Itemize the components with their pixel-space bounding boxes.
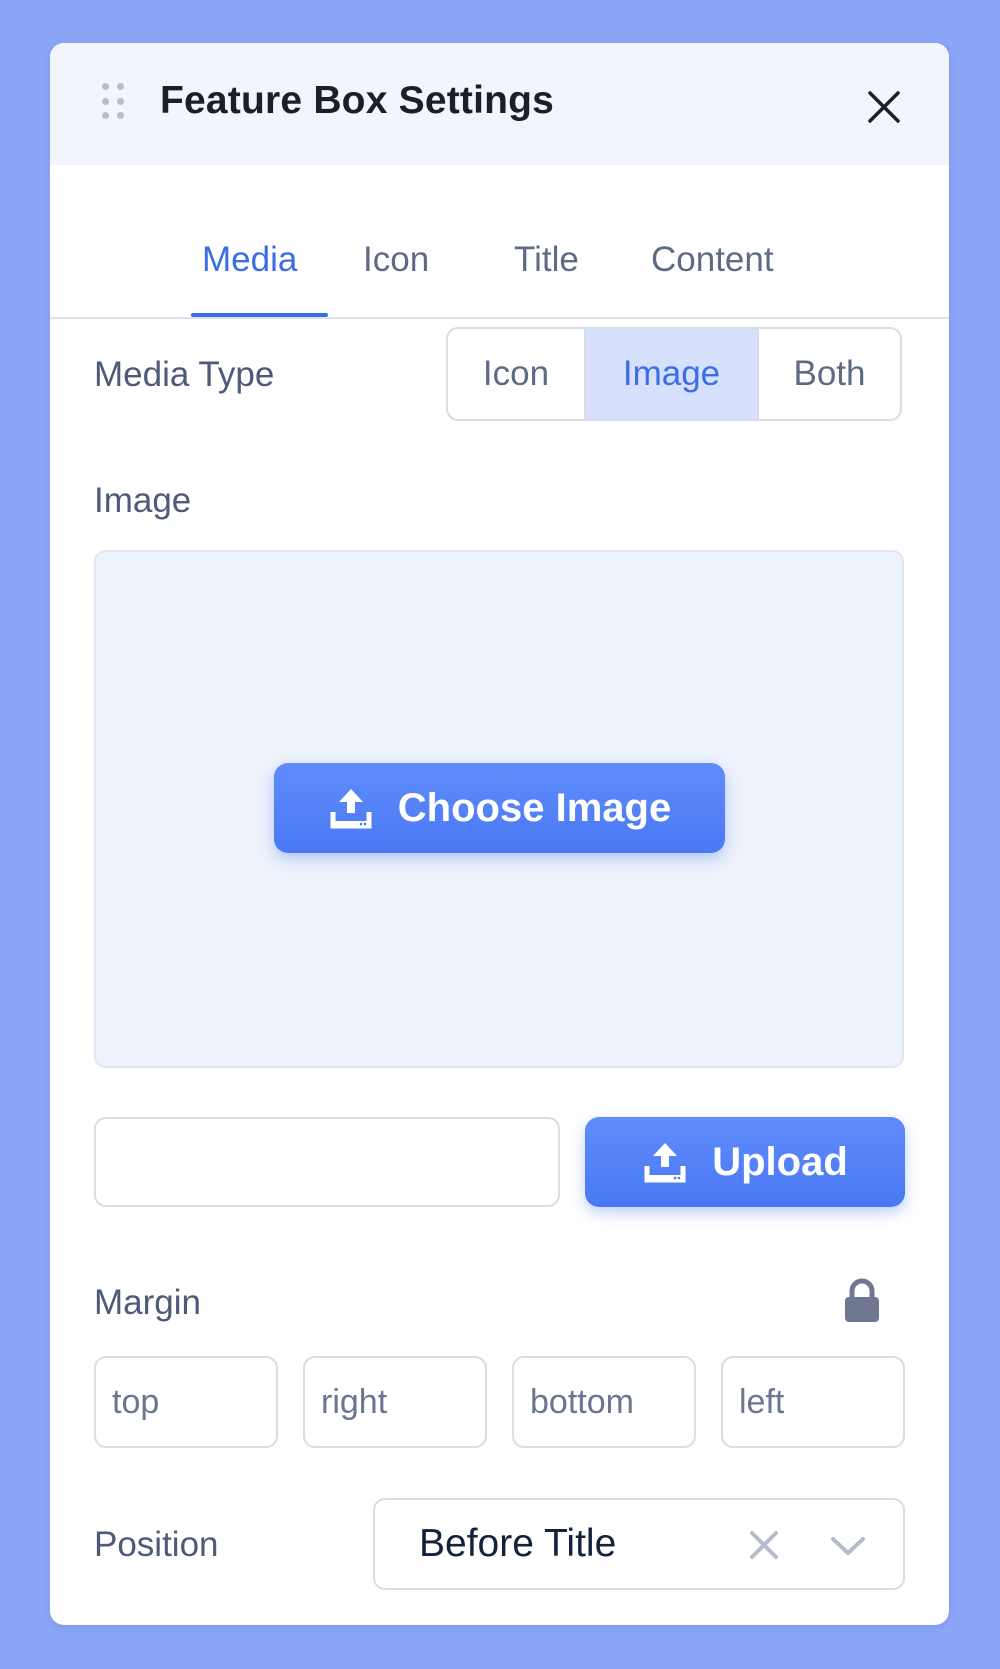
tab-media[interactable]: Media [202, 240, 297, 280]
choose-image-button[interactable]: Choose Image [274, 763, 725, 853]
lock-icon[interactable] [842, 1278, 882, 1324]
position-selected-value: Before Title [419, 1522, 617, 1565]
chevron-down-icon[interactable] [829, 1534, 867, 1558]
margin-label: Margin [94, 1283, 201, 1322]
dialog-title: Feature Box Settings [160, 79, 555, 122]
media-type-icon-option[interactable]: Icon [448, 329, 586, 419]
margin-left-input[interactable] [721, 1356, 905, 1448]
media-type-image-option[interactable]: Image [586, 329, 759, 419]
upload-button[interactable]: Upload [585, 1117, 905, 1207]
drag-handle-icon[interactable] [102, 83, 124, 121]
margin-bottom-input[interactable] [512, 1356, 696, 1448]
upload-icon [330, 789, 372, 829]
choose-image-label: Choose Image [397, 785, 672, 830]
media-type-label: Media Type [94, 355, 275, 394]
tab-title[interactable]: Title [514, 240, 579, 280]
image-url-input[interactable] [94, 1117, 560, 1207]
media-type-segmented-control: Icon Image Both [446, 327, 902, 421]
tab-content[interactable]: Content [651, 240, 774, 280]
close-icon[interactable] [862, 85, 906, 129]
tab-bar: Media Icon Title Content [50, 165, 949, 319]
upload-label: Upload [712, 1139, 848, 1184]
position-select[interactable]: Before Title [373, 1498, 905, 1590]
media-type-both-option[interactable]: Both [759, 329, 900, 419]
dialog-header: Feature Box Settings [50, 43, 949, 165]
upload-icon [644, 1143, 686, 1183]
margin-top-input[interactable] [94, 1356, 278, 1448]
feature-box-settings-dialog: Feature Box Settings Media Icon Title Co… [50, 43, 949, 1625]
margin-right-input[interactable] [303, 1356, 487, 1448]
tab-icon[interactable]: Icon [363, 240, 429, 280]
tab-divider [50, 317, 949, 319]
position-label: Position [94, 1525, 219, 1564]
image-label: Image [94, 481, 192, 520]
clear-icon[interactable] [747, 1528, 781, 1562]
